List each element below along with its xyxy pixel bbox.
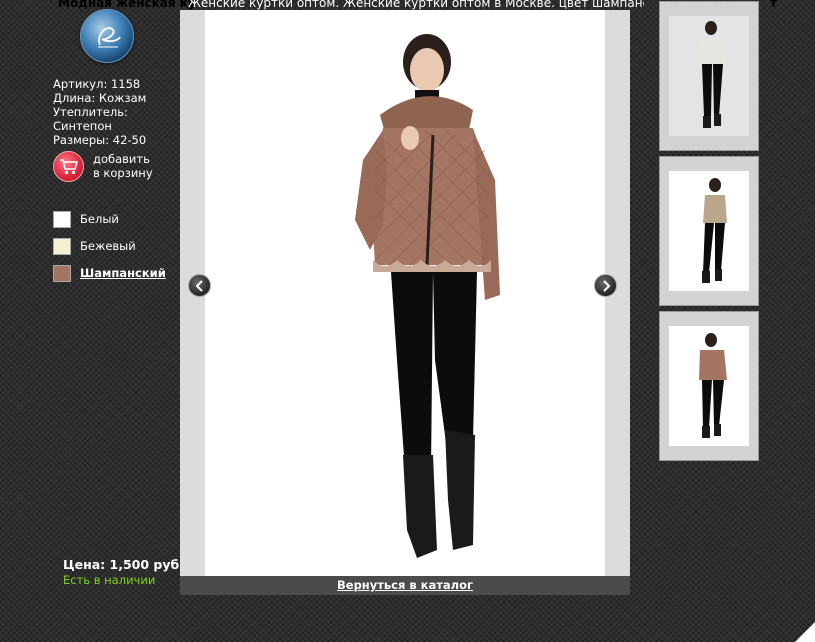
material-length: Длина: Кожзам [53,91,147,105]
image-viewer: Вернуться в каталог [180,10,630,595]
color-swatch-champagne [53,265,71,282]
thumbnail-3-image [669,326,749,446]
viewer-caption: Женские куртки оптом. Женские куртки опт… [188,0,644,10]
stock-status: Есть в наличии [63,573,156,587]
page-heading-right: т [770,0,777,10]
color-option-champagne[interactable]: Шампанский [53,264,173,291]
add-to-cart-button[interactable]: добавить в корзину [53,151,163,183]
thumbnail-3[interactable] [659,311,759,461]
next-image-button[interactable] [594,274,617,297]
model-photo-illustration [355,34,500,558]
color-option-white[interactable]: Белый [53,210,173,237]
page-heading-left: Модная женская ку [58,0,196,10]
color-option-beige[interactable]: Бежевый [53,237,173,264]
shopping-cart-icon [53,151,84,182]
product-details: Артикул: 1158 Длина: Кожзам Утеплитель: … [53,77,146,147]
logo-monogram-icon [98,27,121,48]
color-label-white: Белый [80,212,119,226]
chevron-left-icon [195,280,203,292]
chevron-right-icon [603,280,611,292]
thumbnail-2[interactable] [659,156,759,306]
add-to-cart-line2: в корзину [93,166,153,180]
size-range: Размеры: 42-50 [53,133,147,147]
insulation-value: Синтепон [53,119,112,133]
thumbnail-1-image [669,16,749,136]
color-label-beige: Бежевый [80,239,136,253]
color-label-champagne: Шампанский [80,266,166,280]
article-number: Артикул: 1158 [53,77,141,91]
resize-handle-icon[interactable] [795,622,815,642]
brand-logo[interactable] [80,9,134,63]
back-to-catalog-link[interactable]: Вернуться в каталог [337,578,473,592]
product-photo[interactable] [205,10,605,576]
add-to-cart-label: добавить в корзину [93,152,153,180]
previous-image-button[interactable] [188,274,211,297]
color-swatch-white [53,211,71,228]
price: Цена: 1,500 руб. [63,557,184,572]
color-options: Белый Бежевый Шампанский [53,210,173,291]
color-swatch-beige [53,238,71,255]
thumbnail-2-image [669,171,749,291]
viewer-footer: Вернуться в каталог [180,576,630,595]
add-to-cart-line1: добавить [93,152,150,166]
insulation-label: Утеплитель: [53,105,128,119]
thumbnail-1[interactable] [659,1,759,151]
